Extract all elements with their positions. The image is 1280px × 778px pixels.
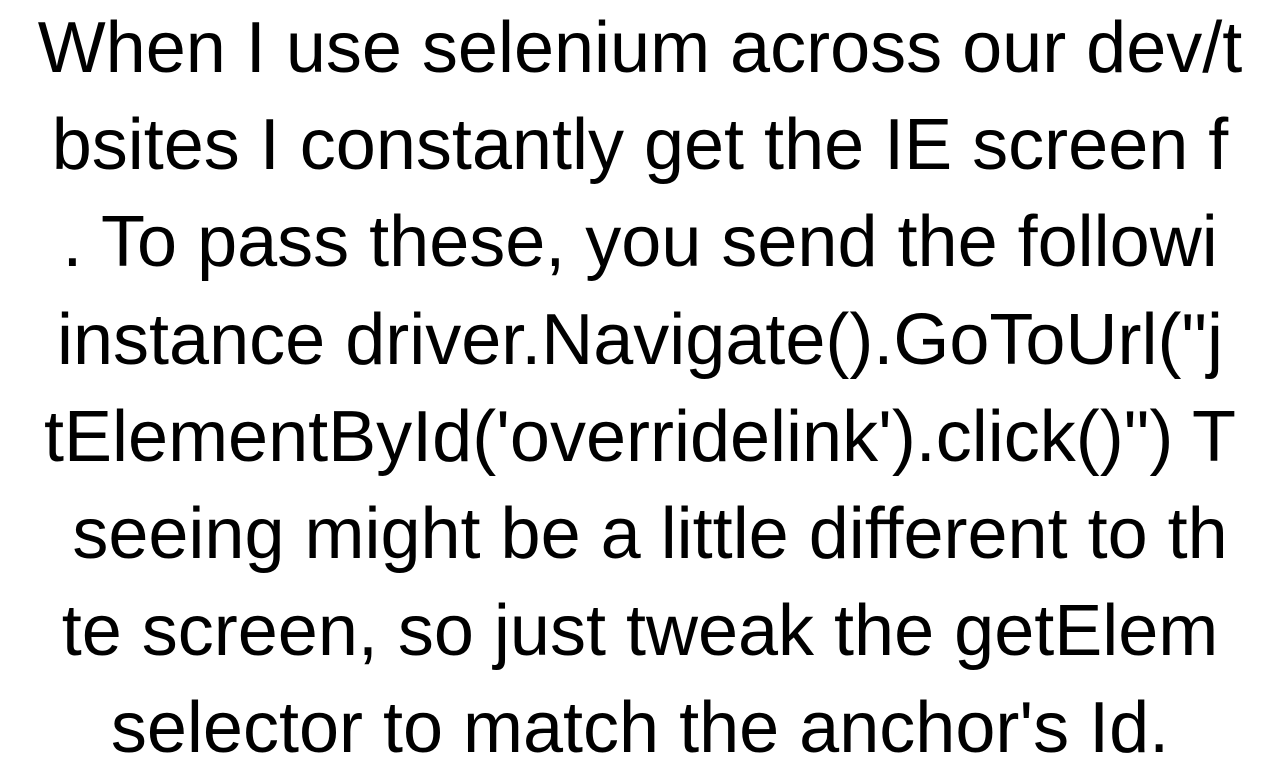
- body-text: When I use selenium across our dev/t bsi…: [0, 0, 1280, 778]
